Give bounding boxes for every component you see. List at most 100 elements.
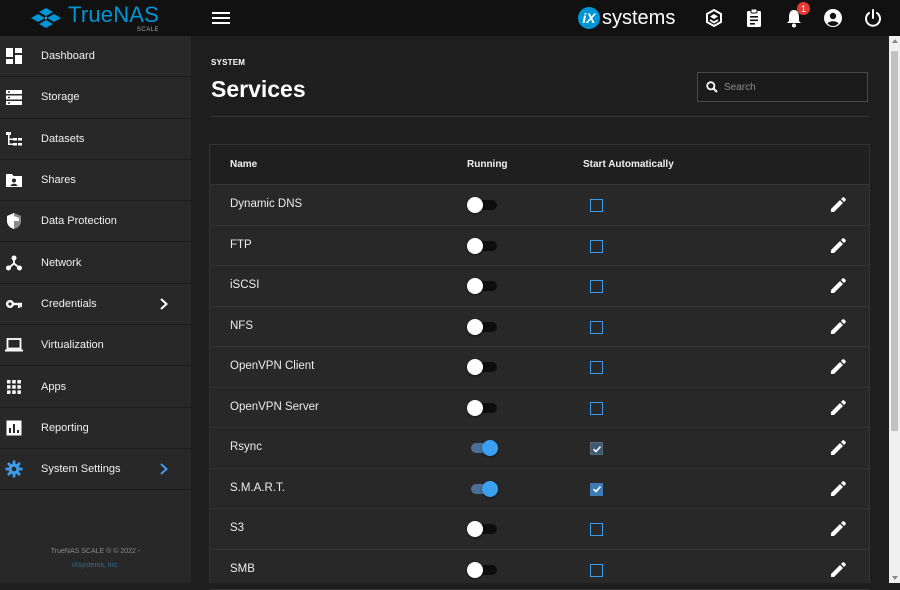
- edit-service-button[interactable]: [829, 318, 847, 336]
- sidebar-item-label: Shares: [41, 174, 76, 186]
- running-toggle[interactable]: [467, 278, 499, 294]
- table-row: OpenVPN Server: [210, 388, 869, 429]
- edit-service-button[interactable]: [829, 561, 847, 579]
- clipboard-icon: [745, 8, 763, 28]
- menu-toggle-button[interactable]: [212, 9, 232, 27]
- pencil-icon: [829, 196, 847, 214]
- sidebar-item-network[interactable]: Network: [0, 242, 191, 283]
- running-toggle[interactable]: [467, 440, 499, 456]
- start-automatically-checkbox[interactable]: [590, 321, 603, 334]
- service-name: iSCSI: [230, 279, 259, 291]
- services-table: Name Running Start Automatically Dynamic…: [209, 144, 870, 583]
- start-automatically-checkbox[interactable]: [590, 240, 603, 253]
- service-name: Dynamic DNS: [230, 198, 302, 210]
- edit-service-button[interactable]: [829, 237, 847, 255]
- sidebar-item-system-settings[interactable]: System Settings: [0, 449, 191, 490]
- start-automatically-checkbox[interactable]: [590, 523, 603, 536]
- sidebar-item-datasets[interactable]: Datasets: [0, 119, 191, 160]
- pencil-icon: [829, 318, 847, 336]
- sidebar-item-label: Storage: [41, 91, 80, 103]
- sidebar-item-label: System Settings: [41, 463, 120, 475]
- table-row: NFS: [210, 307, 869, 348]
- running-toggle[interactable]: [467, 481, 499, 497]
- start-automatically-checkbox[interactable]: [590, 280, 603, 293]
- ixsystems-link[interactable]: iXsystems, Inc.: [0, 559, 191, 573]
- sidebar-item-storage[interactable]: Storage: [0, 77, 191, 118]
- start-automatically-checkbox[interactable]: [590, 442, 603, 455]
- start-automatically-checkbox[interactable]: [590, 483, 603, 496]
- power-button[interactable]: [861, 6, 885, 30]
- service-name: Rsync: [230, 441, 262, 453]
- sidebar-item-label: Credentials: [41, 298, 97, 310]
- service-name: OpenVPN Client: [230, 360, 314, 372]
- edit-service-button[interactable]: [829, 520, 847, 538]
- jobs-button[interactable]: [742, 6, 766, 30]
- scrollbar-thumb[interactable]: [891, 51, 898, 431]
- sidebar-item-dashboard[interactable]: Dashboard: [0, 36, 191, 77]
- sidebar-item-label: Apps: [41, 381, 66, 393]
- sidebar-item-apps[interactable]: Apps: [0, 366, 191, 407]
- edit-service-button[interactable]: [829, 358, 847, 376]
- search-input[interactable]: [724, 82, 854, 93]
- edit-service-button[interactable]: [829, 277, 847, 295]
- main-content: SYSTEM Services Name Running Start Autom…: [191, 36, 889, 583]
- toggle-knob: [467, 319, 483, 335]
- column-header-name[interactable]: Name: [230, 159, 257, 170]
- page-scrollbar[interactable]: [889, 36, 900, 583]
- start-automatically-checkbox[interactable]: [590, 361, 603, 374]
- table-row: FTP: [210, 226, 869, 267]
- pencil-icon: [829, 520, 847, 538]
- start-automatically-checkbox[interactable]: [590, 199, 603, 212]
- edit-service-button[interactable]: [829, 196, 847, 214]
- toggle-knob: [467, 359, 483, 375]
- sidebar-item-data-protection[interactable]: Data Protection: [0, 201, 191, 242]
- edit-service-button[interactable]: [829, 480, 847, 498]
- edit-service-button[interactable]: [829, 439, 847, 457]
- toggle-knob: [467, 238, 483, 254]
- power-icon: [863, 8, 883, 28]
- chevron-right-icon: [157, 297, 171, 311]
- running-toggle[interactable]: [467, 359, 499, 375]
- dashboard-icon: [5, 47, 23, 65]
- ixsystems-wordmark: systems: [602, 7, 675, 30]
- scroll-down-arrow-icon[interactable]: [892, 576, 898, 580]
- user-account-button[interactable]: [821, 6, 845, 30]
- scroll-up-arrow-icon[interactable]: [892, 39, 898, 43]
- sidebar-item-credentials[interactable]: Credentials: [0, 284, 191, 325]
- key-icon: [5, 295, 23, 313]
- breadcrumb[interactable]: SYSTEM: [211, 58, 245, 67]
- sidebar-item-label: Dashboard: [41, 50, 95, 62]
- column-header-start-automatically[interactable]: Start Automatically: [583, 159, 674, 170]
- running-toggle[interactable]: [467, 238, 499, 254]
- table-row: iSCSI: [210, 266, 869, 307]
- running-toggle[interactable]: [467, 319, 499, 335]
- truenas-logo[interactable]: TrueNAS SCALE: [0, 0, 192, 36]
- start-automatically-checkbox[interactable]: [590, 402, 603, 415]
- running-toggle[interactable]: [467, 197, 499, 213]
- brand-edition: SCALE: [137, 27, 159, 33]
- sidebar-item-virtualization[interactable]: Virtualization: [0, 325, 191, 366]
- search-field[interactable]: [697, 72, 868, 102]
- truecommand-button[interactable]: [702, 6, 726, 30]
- toggle-knob: [467, 278, 483, 294]
- sidebar-item-shares[interactable]: Shares: [0, 160, 191, 201]
- notifications-button[interactable]: 1: [782, 6, 806, 30]
- pencil-icon: [829, 480, 847, 498]
- top-bar: TrueNAS SCALE iX systems 1: [0, 0, 900, 36]
- sidebar-item-reporting[interactable]: Reporting: [0, 408, 191, 449]
- sidebar-item-label: Network: [41, 257, 81, 269]
- toggle-knob: [467, 400, 483, 416]
- laptop-icon: [5, 336, 23, 354]
- service-name: OpenVPN Server: [230, 401, 319, 413]
- toggle-knob: [482, 440, 498, 456]
- column-header-running[interactable]: Running: [467, 159, 508, 170]
- sidebar-item-label: Reporting: [41, 422, 89, 434]
- running-toggle[interactable]: [467, 521, 499, 537]
- running-toggle[interactable]: [467, 400, 499, 416]
- edit-service-button[interactable]: [829, 399, 847, 417]
- datasets-icon: [5, 130, 23, 148]
- ixsystems-logo[interactable]: iX systems: [578, 6, 675, 30]
- running-toggle[interactable]: [467, 562, 499, 578]
- start-automatically-checkbox[interactable]: [590, 564, 603, 577]
- chevron-right-icon: [157, 462, 171, 476]
